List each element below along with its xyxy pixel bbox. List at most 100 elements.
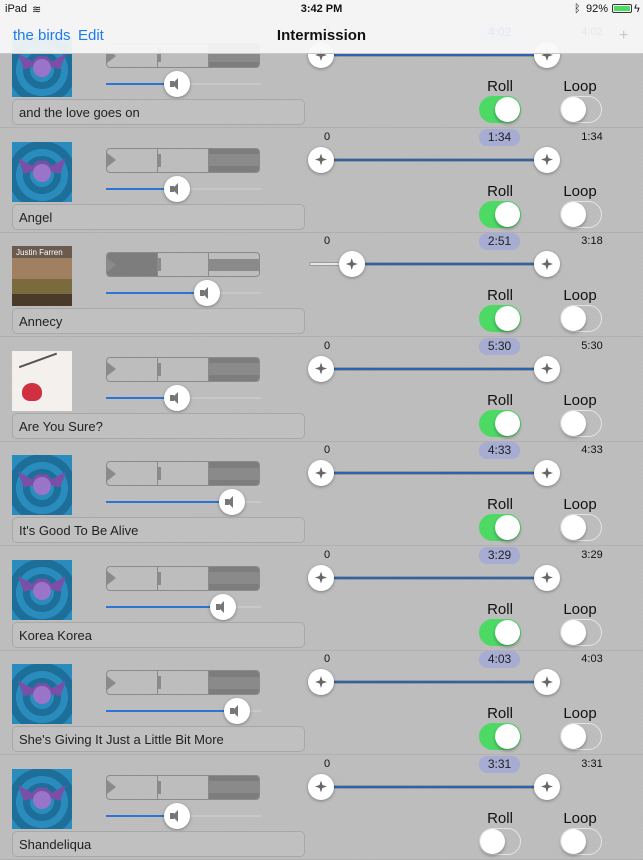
pause-button[interactable] <box>158 148 209 172</box>
range-start-thumb[interactable] <box>308 146 334 173</box>
track-name-field[interactable]: and the love goes on <box>12 99 305 125</box>
track-name-field[interactable]: Shandeliqua <box>12 830 305 857</box>
volume-thumb[interactable] <box>224 698 251 724</box>
track-name-field[interactable]: Angel <box>12 203 305 230</box>
loop-toggle[interactable] <box>560 514 602 541</box>
roll-toggle[interactable] <box>479 409 521 437</box>
stop-button[interactable] <box>209 671 259 694</box>
stop-icon <box>209 467 259 480</box>
roll-toggle[interactable] <box>479 305 521 332</box>
roll-toggle[interactable] <box>479 723 521 750</box>
pause-button[interactable] <box>158 775 209 799</box>
range-start-thumb[interactable] <box>308 355 334 382</box>
track-name-field[interactable]: Korea Korea <box>12 621 305 648</box>
add-button[interactable]: + <box>619 27 628 45</box>
pause-button[interactable] <box>158 462 209 485</box>
volume-thumb[interactable] <box>163 71 190 97</box>
volume-thumb[interactable] <box>209 593 236 620</box>
roll-toggle[interactable] <box>479 827 521 855</box>
volume-slider[interactable] <box>106 698 261 724</box>
play-button[interactable] <box>107 253 158 276</box>
trim-range-slider[interactable] <box>308 460 560 486</box>
toggle-knob <box>561 201 586 227</box>
track-row: Are You Sure? 0 5:30 5:30 Roll Loop <box>0 337 643 442</box>
diamond-icon <box>541 153 553 166</box>
range-start-thumb[interactable] <box>308 669 334 695</box>
pause-button[interactable] <box>158 566 209 590</box>
range-end-thumb[interactable] <box>534 773 560 800</box>
play-button[interactable] <box>107 357 158 381</box>
roll-toggle[interactable] <box>479 200 521 228</box>
stop-button[interactable] <box>209 775 259 799</box>
trim-range-slider[interactable] <box>308 146 560 173</box>
loop-toggle[interactable] <box>560 827 602 855</box>
trim-range-slider[interactable] <box>309 251 560 277</box>
pause-button[interactable] <box>158 671 209 694</box>
loop-toggle[interactable] <box>560 200 602 228</box>
range-end-thumb[interactable] <box>534 355 560 382</box>
track-name-field[interactable]: It's Good To Be Alive <box>12 517 305 543</box>
roll-label: Roll <box>487 600 513 618</box>
stop-button[interactable] <box>209 148 259 172</box>
stop-button[interactable] <box>209 253 259 276</box>
volume-slider[interactable] <box>106 384 261 411</box>
range-start-label: 0 <box>324 548 331 561</box>
range-end-thumb[interactable] <box>534 251 560 277</box>
volume-thumb[interactable] <box>163 384 190 411</box>
track-row: Korea Korea 0 3:29 3:29 Roll Loop <box>0 546 643 651</box>
trim-range-slider[interactable] <box>308 669 560 695</box>
range-end-thumb[interactable] <box>534 146 560 173</box>
pause-button[interactable] <box>158 253 209 276</box>
range-start-thumb[interactable] <box>308 564 334 591</box>
track-name-field[interactable]: Annecy <box>12 308 305 334</box>
diamond-icon <box>541 362 553 375</box>
loop-toggle[interactable] <box>560 305 602 332</box>
play-button[interactable] <box>107 462 158 485</box>
play-button[interactable] <box>107 671 158 694</box>
play-button[interactable] <box>107 148 158 172</box>
roll-toggle[interactable] <box>479 96 521 123</box>
stop-button[interactable] <box>209 357 259 381</box>
roll-label: Roll <box>487 496 513 513</box>
trim-range-slider[interactable] <box>308 773 560 800</box>
range-start-label: 0 <box>324 444 331 456</box>
loop-label: Loop <box>563 78 597 95</box>
track-name-field[interactable]: Are You Sure? <box>12 412 305 439</box>
stop-button[interactable] <box>209 566 259 590</box>
play-button[interactable] <box>107 566 158 590</box>
stop-button[interactable] <box>209 462 259 485</box>
pause-button[interactable] <box>158 357 209 381</box>
volume-thumb[interactable] <box>163 175 190 202</box>
track-name-field[interactable]: She's Giving It Just a Little Bit More <box>12 726 305 752</box>
volume-thumb[interactable] <box>163 802 190 829</box>
loop-toggle[interactable] <box>560 96 602 123</box>
bat-face <box>33 59 51 77</box>
volume-slider[interactable] <box>106 175 261 202</box>
diamond-icon <box>541 258 553 270</box>
loop-toggle[interactable] <box>560 409 602 437</box>
volume-thumb[interactable] <box>218 489 245 515</box>
range-fill <box>321 158 547 161</box>
loop-toggle[interactable] <box>560 723 602 750</box>
volume-slider[interactable] <box>106 280 261 306</box>
range-end-thumb[interactable] <box>534 564 560 591</box>
diamond-icon <box>315 362 327 375</box>
range-end-thumb[interactable] <box>534 669 560 695</box>
range-start-thumb[interactable] <box>338 251 365 277</box>
loop-toggle[interactable] <box>560 618 602 646</box>
range-start-thumb[interactable] <box>308 460 334 486</box>
volume-slider[interactable] <box>106 593 261 620</box>
volume-slider[interactable] <box>106 71 261 97</box>
volume-slider[interactable] <box>106 802 261 829</box>
playback-control <box>106 356 260 382</box>
volume-slider[interactable] <box>106 489 261 515</box>
play-icon <box>107 257 157 272</box>
range-start-thumb[interactable] <box>308 773 334 800</box>
volume-thumb[interactable] <box>194 280 221 306</box>
roll-toggle[interactable] <box>479 618 521 646</box>
range-end-thumb[interactable] <box>534 460 560 486</box>
roll-toggle[interactable] <box>479 514 521 541</box>
play-button[interactable] <box>107 775 158 799</box>
trim-range-slider[interactable] <box>308 355 560 382</box>
trim-range-slider[interactable] <box>308 564 560 591</box>
